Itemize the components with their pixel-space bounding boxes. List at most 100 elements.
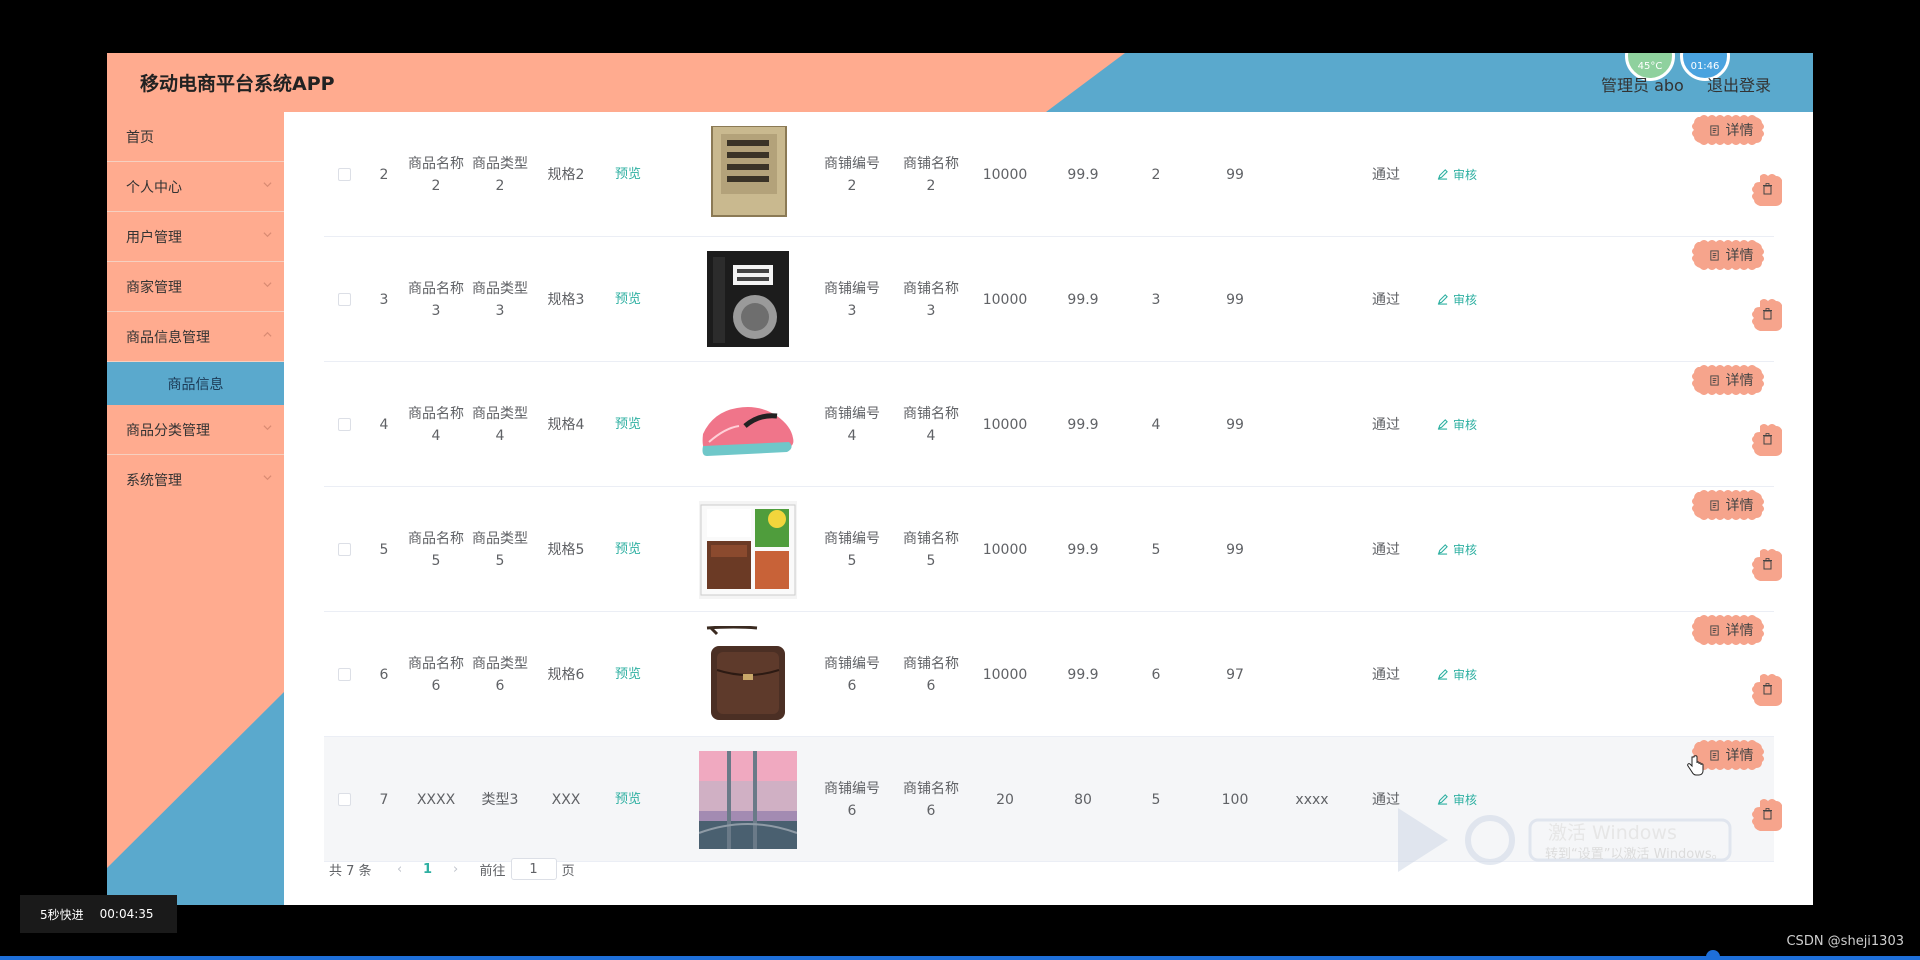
table-row: 4 商品名称 4 商品类型 4 规格4 预览 商铺编号 4 商铺名称 4 10000 99.9 4… [324,362,1782,487]
cell-stock: 10000 [982,416,1028,433]
cell-c1: 3 [1151,291,1161,308]
sidebar-menu: 首页 个人中心 用户管理 商家管理 商品信息管理 商品信息 商品分类管理 系统管… [107,112,284,505]
audit-link[interactable]: 审核 [1437,289,1477,311]
logout-link[interactable]: 退出登录 [1707,72,1771,96]
video-progress-bar[interactable] [0,956,1920,960]
row-checkbox[interactable] [337,418,351,431]
cell-price: 99.9 [1067,291,1099,308]
cell-shop-no: 商铺编号 5 [824,530,880,569]
chevron-down-icon [263,475,272,481]
skip-forward-button[interactable]: 5秒快进 [40,906,84,923]
preview-link[interactable]: 预览 [615,664,641,686]
video-progress-knob[interactable] [1706,950,1720,960]
cell-id: 2 [379,166,389,183]
document-icon [1709,624,1719,636]
preview-link[interactable]: 预览 [615,414,641,436]
prev-page-button[interactable]: ‹ [388,862,412,877]
cell-c3 [1282,487,1342,612]
cell-c1: 4 [1151,416,1161,433]
audit-link[interactable]: 审核 [1437,664,1477,686]
detail-button[interactable]: 详情 [1692,613,1770,647]
sidebar-item-users[interactable]: 用户管理 [107,212,284,262]
edit-icon [1437,544,1448,555]
detail-button[interactable]: 详情 [1692,488,1770,522]
product-image-cell [692,612,804,737]
row-checkbox[interactable] [337,793,351,806]
trash-icon [1762,683,1772,695]
sidebar-subitem-product-info[interactable]: 商品信息 [107,362,284,405]
trash-icon [1762,183,1772,195]
delete-button[interactable] [1752,547,1782,581]
sidebar-item-system[interactable]: 系统管理 [107,455,284,505]
sidebar-item-product-info[interactable]: 商品信息管理 [107,312,284,362]
product-image-cell [692,487,804,612]
preview-link[interactable]: 预览 [615,289,641,311]
pagination-total: 共 7 条 [329,863,372,879]
audit-link[interactable]: 审核 [1437,164,1477,186]
hand-cursor-icon [1687,755,1704,776]
delete-button[interactable] [1752,172,1782,206]
video-time: 00:04:35 [99,907,154,921]
row-checkbox-cell [334,237,354,362]
sidebar-item-profile[interactable]: 个人中心 [107,162,284,212]
cell-name: 商品名称 2 [408,155,464,194]
delete-button[interactable] [1752,797,1782,831]
main-content: 2 商品名称 2 商品类型 2 规格2 预览 商铺编号 2 商铺名称 2 10000 99.9 2… [284,112,1813,905]
detail-button[interactable]: 详情 [1692,238,1770,272]
cell-status: 通过 [1372,416,1400,433]
preview-link[interactable]: 预览 [615,789,641,811]
table-row: 2 商品名称 2 商品类型 2 规格2 预览 商铺编号 2 商铺名称 2 10000 99.9 2… [324,112,1782,237]
preview-link[interactable]: 预览 [615,539,641,561]
row-checkbox[interactable] [337,668,351,681]
preview-link[interactable]: 预览 [615,164,641,186]
cell-id: 3 [379,291,389,308]
cell-shop-name: 商铺名称 3 [903,280,959,319]
sidebar: 首页 个人中心 用户管理 商家管理 商品信息管理 商品信息 商品分类管理 系统管… [107,112,284,905]
cell-shop-no: 商铺编号 3 [824,280,880,319]
cell-stock: 10000 [982,541,1028,558]
preview-cell: 预览 [600,237,656,362]
cell-c2: 99 [1226,416,1244,433]
cell-shop-no: 商铺编号 6 [824,655,880,694]
goto-page-input[interactable] [510,858,557,880]
sidebar-item-merchants[interactable]: 商家管理 [107,262,284,312]
audit-cell: 审核 [1422,362,1492,487]
delete-button[interactable] [1752,672,1782,706]
sidebar-item-home[interactable]: 首页 [107,112,284,162]
cell-c1: 2 [1151,166,1161,183]
row-checkbox[interactable] [337,293,351,306]
row-checkbox[interactable] [337,543,351,556]
cell-price: 99.9 [1067,166,1099,183]
cell-name: 商品名称 5 [408,530,464,569]
cell-c2: 99 [1226,291,1244,308]
row-checkbox[interactable] [337,168,351,181]
next-page-button[interactable]: › [444,862,468,877]
audit-link[interactable]: 审核 [1437,414,1477,436]
cell-shop-name: 商铺名称 4 [903,405,959,444]
pagination: 共 7 条 ‹ 1 › 前往 页 [329,857,575,881]
detail-button[interactable]: 详情 [1692,113,1770,147]
document-icon [1709,124,1719,136]
product-image-book-history [699,250,797,349]
preview-cell: 预览 [600,737,656,862]
audit-link[interactable]: 审核 [1437,539,1477,561]
cell-id: 6 [379,666,389,683]
audit-cell: 审核 [1422,487,1492,612]
page-number-1[interactable]: 1 [412,862,444,877]
table-row: 6 商品名称 6 商品类型 6 规格6 预览 商铺编号 6 商铺名称 6 10000 99.9 6… [324,612,1782,737]
delete-button[interactable] [1752,297,1782,331]
product-image-sneaker [699,375,797,474]
row-checkbox-cell [334,362,354,487]
cell-shop-name: 商铺名称 6 [903,780,959,819]
cell-spec: 规格2 [547,166,585,183]
detail-button[interactable]: 详情 [1692,363,1770,397]
product-image-bento [699,500,797,599]
goto-prefix: 前往 [479,863,506,879]
cell-shop-no: 商铺编号 6 [824,780,880,819]
cell-shop-name: 商铺名称 6 [903,655,959,694]
header-background [107,53,1813,112]
cell-price: 99.9 [1067,666,1099,683]
sidebar-item-categories[interactable]: 商品分类管理 [107,405,284,455]
cell-type: 商品类型 2 [472,155,528,194]
delete-button[interactable] [1752,422,1782,456]
